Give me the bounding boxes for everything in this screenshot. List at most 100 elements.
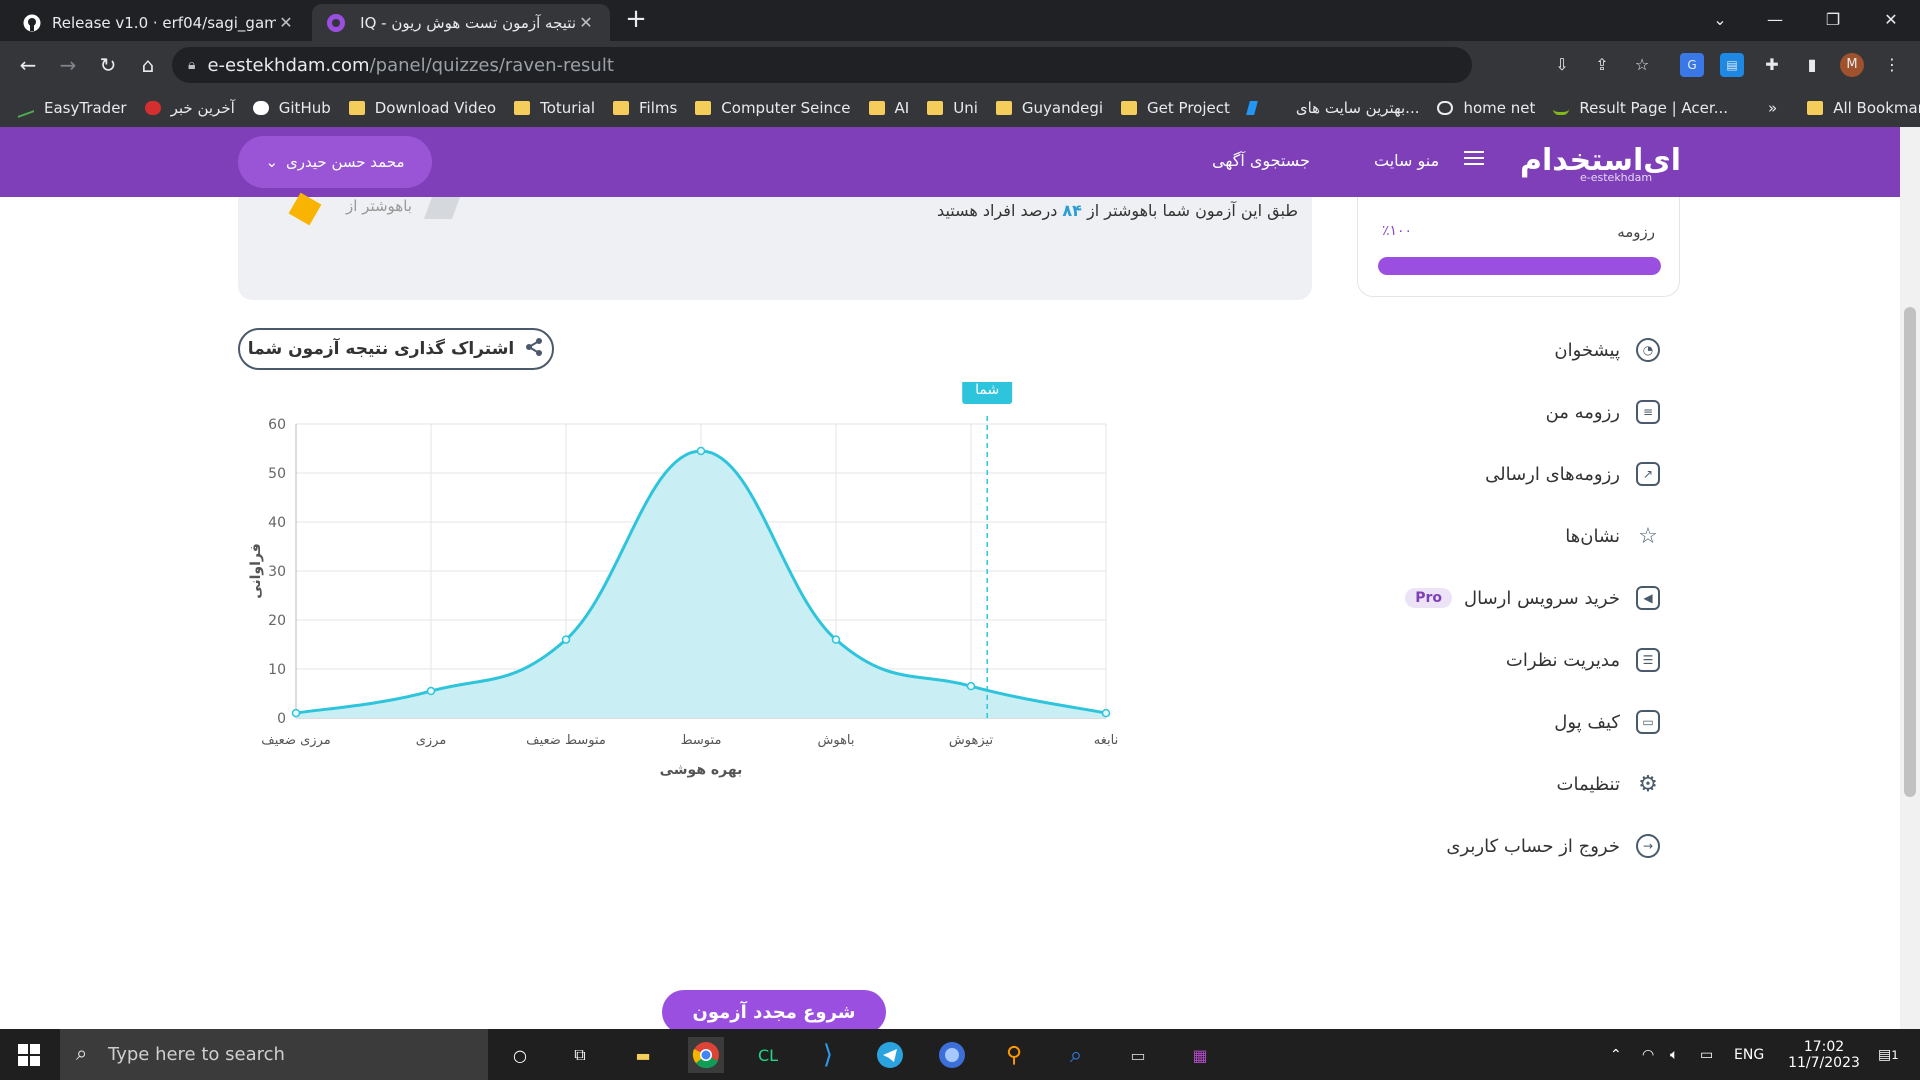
bookmark-easytrader[interactable]: EasyTrader xyxy=(18,98,127,118)
taskbar-search-box[interactable]: ⌕ Type here to search xyxy=(60,1029,488,1080)
everything-search-icon[interactable]: ⌕ xyxy=(1058,1037,1094,1073)
terminal-icon[interactable]: ▭ xyxy=(1120,1037,1156,1073)
forward-icon[interactable]: → xyxy=(54,51,82,79)
minimize-button[interactable]: — xyxy=(1750,0,1800,38)
sidebar-item-comments[interactable]: مدیریت نظرات ☰ xyxy=(1360,640,1660,680)
bookmark-star-icon[interactable]: ☆ xyxy=(1630,53,1654,77)
address-bar[interactable]: 🔒︎ e-estekhdam.com/panel/quizzes/raven-r… xyxy=(172,47,1472,83)
result-sentence: طبق این آزمون شما باهوشتر از ۸۴ درصد افر… xyxy=(937,201,1298,220)
site-menu-link[interactable]: منو سایت xyxy=(1374,151,1439,170)
user-menu-button[interactable]: ⌄ محمد حسن حیدری xyxy=(238,136,432,188)
all-bookmarks-folder[interactable]: All Bookmarks xyxy=(1807,99,1920,117)
sidebar-item-sent-resumes[interactable]: رزومه‌های ارسالی ↗ xyxy=(1360,454,1660,494)
task-view-icon[interactable]: ⧉ xyxy=(562,1037,598,1073)
url-host: e-estekhdam.com xyxy=(207,54,370,76)
tray-show-hidden-icon[interactable]: ⌃ xyxy=(1610,1029,1622,1080)
install-icon[interactable]: ⇩ xyxy=(1550,53,1574,77)
wifi-icon[interactable]: ◠ xyxy=(1642,1029,1654,1080)
bookmark-result-page-acer[interactable]: Result Page | Acer... xyxy=(1553,99,1728,117)
clion-icon[interactable]: CL xyxy=(750,1037,786,1073)
chrome-icon[interactable] xyxy=(688,1037,724,1073)
site-icon xyxy=(1245,101,1258,115)
bookmark-akharin-khabar[interactable]: آخرین خبر xyxy=(144,99,235,117)
share-result-button[interactable]: اشتراک گذاری نتیجه آزمون شما xyxy=(238,328,554,370)
new-tab-button[interactable]: + xyxy=(622,6,650,34)
bookmark-best-sites[interactable]: بهترین سایت های... xyxy=(1245,99,1419,117)
volume-icon[interactable]: 🔈︎ xyxy=(1670,1029,1678,1080)
bookmark-folder-ai[interactable]: AI xyxy=(868,99,910,117)
sidebar-item-wallet[interactable]: کیف پول ▭ xyxy=(1360,702,1660,742)
bookmark-folder-guyandegi[interactable]: Guyandegi xyxy=(995,99,1103,117)
bookmark-folder-computer-seince[interactable]: Computer Seince xyxy=(695,99,851,117)
notification-center-icon[interactable]: ▤ 1 xyxy=(1878,1029,1899,1080)
sidebar-item-badges[interactable]: نشان‌ها ☆ xyxy=(1360,516,1660,556)
tab-github-release[interactable]: Release v1.0 · erf04/sagi_games ✕ xyxy=(8,4,310,41)
extension-icon[interactable]: ▤ xyxy=(1720,53,1744,77)
tab-close-icon[interactable]: ✕ xyxy=(576,13,596,32)
app-globe-icon[interactable] xyxy=(934,1037,970,1073)
bookmarks-overflow-button[interactable]: » xyxy=(1768,99,1777,117)
tab-raven-result[interactable]: نتیجه آزمون تست هوش ریون - IQ ✕ xyxy=(312,4,610,41)
tab-search-icon[interactable]: ⌄ xyxy=(1695,0,1745,38)
sidebar-item-dashboard[interactable]: پیشخوان ◔ xyxy=(1360,330,1660,370)
telegram-icon[interactable] xyxy=(872,1037,908,1073)
bookmark-label: AI xyxy=(894,99,910,117)
side-panel-icon[interactable]: ▮ xyxy=(1800,53,1824,77)
browser-menu-icon[interactable]: ⋮ xyxy=(1880,53,1904,77)
bookmark-github[interactable]: GitHub xyxy=(252,99,331,117)
globe-icon xyxy=(1437,101,1454,115)
search-jobs-link[interactable]: جستجوی آگهی xyxy=(1212,151,1310,170)
clock[interactable]: 17:02 11/7/2023 xyxy=(1778,1029,1870,1080)
chart-svg: 0 10 20 30 40 50 60 مرزی ضعیف مرزی متوسط ضعیف متوس… xyxy=(248,374,1118,778)
bookmark-label: All Bookmarks xyxy=(1833,99,1920,117)
profile-avatar[interactable]: M xyxy=(1840,53,1864,77)
bookmark-folder-uni[interactable]: Uni xyxy=(927,99,978,117)
sidebar-item-my-resume[interactable]: رزومه من ≡ xyxy=(1360,392,1660,432)
extensions-puzzle-icon[interactable]: ✚ xyxy=(1760,53,1784,77)
share-page-icon[interactable]: ⇪ xyxy=(1590,53,1614,77)
resume-label: رزومه xyxy=(1617,223,1655,241)
data-point xyxy=(561,635,571,644)
x-axis-title: بهره هوشی xyxy=(660,762,743,778)
hamburger-menu-icon[interactable] xyxy=(1464,151,1484,165)
translate-extension-icon[interactable]: G xyxy=(1680,53,1704,77)
language-indicator[interactable]: ENG xyxy=(1734,1029,1764,1080)
result-text-before: طبق این آزمون شما باهوشتر از xyxy=(1087,201,1298,220)
browser-toolbar: ← → ↻ ⌂ 🔒︎ e-estekhdam.com/panel/quizzes… xyxy=(0,41,1920,89)
clock-time: 17:02 xyxy=(1803,1038,1845,1055)
bookmark-folder-download-video[interactable]: Download Video xyxy=(348,99,496,117)
home-icon[interactable]: ⌂ xyxy=(134,51,162,79)
restore-button[interactable]: ❐ xyxy=(1808,0,1858,38)
data-point xyxy=(696,446,706,456)
scrollbar-thumb[interactable] xyxy=(1904,307,1916,797)
file-explorer-icon[interactable]: ▬ xyxy=(625,1037,661,1073)
restart-quiz-button[interactable]: شروع مجدد آزمون xyxy=(662,990,886,1034)
gear-icon: ⚙ xyxy=(1638,771,1658,797)
reload-icon[interactable]: ↻ xyxy=(94,51,122,79)
sidebar-item-buy-service[interactable]: Pro خرید سرویس ارسال ◀ xyxy=(1360,578,1660,618)
vscode-icon[interactable]: ⟩ xyxy=(810,1037,846,1073)
tab-title: Release v1.0 · erf04/sagi_games xyxy=(52,13,276,32)
bookmark-label: Toturial xyxy=(540,99,595,117)
y-tick-label: 0 xyxy=(277,711,286,727)
bookmark-folder-films[interactable]: Films xyxy=(612,99,677,117)
taskbar-search-placeholder: Type here to search xyxy=(108,1044,285,1065)
cortana-icon[interactable]: ○ xyxy=(502,1037,538,1073)
tab-close-icon[interactable]: ✕ xyxy=(276,13,296,32)
x-tick-label: باهوش xyxy=(817,733,854,748)
windows-start-icon[interactable] xyxy=(18,1044,40,1066)
close-window-button[interactable]: ✕ xyxy=(1866,0,1916,38)
winrar-icon[interactable]: ▦ xyxy=(1182,1037,1218,1073)
you-marker-label: شما xyxy=(975,382,999,398)
bookmark-folder-get-project[interactable]: Get Project xyxy=(1121,99,1230,117)
bookmark-home-net[interactable]: home net xyxy=(1437,99,1535,117)
search-app-icon[interactable]: ⚲ xyxy=(996,1037,1032,1073)
bookmark-label: home net xyxy=(1463,99,1536,117)
sidebar-item-logout[interactable]: خروج از حساب کاربری → xyxy=(1360,826,1660,866)
battery-icon[interactable]: ▭ xyxy=(1700,1029,1713,1080)
x-tick-label: تیزهوش xyxy=(949,733,994,748)
page-scrollbar[interactable] xyxy=(1900,127,1920,1029)
sidebar-item-settings[interactable]: تنظیمات ⚙ xyxy=(1360,764,1660,804)
back-icon[interactable]: ← xyxy=(14,51,42,79)
bookmark-folder-toturial[interactable]: Toturial xyxy=(514,99,595,117)
